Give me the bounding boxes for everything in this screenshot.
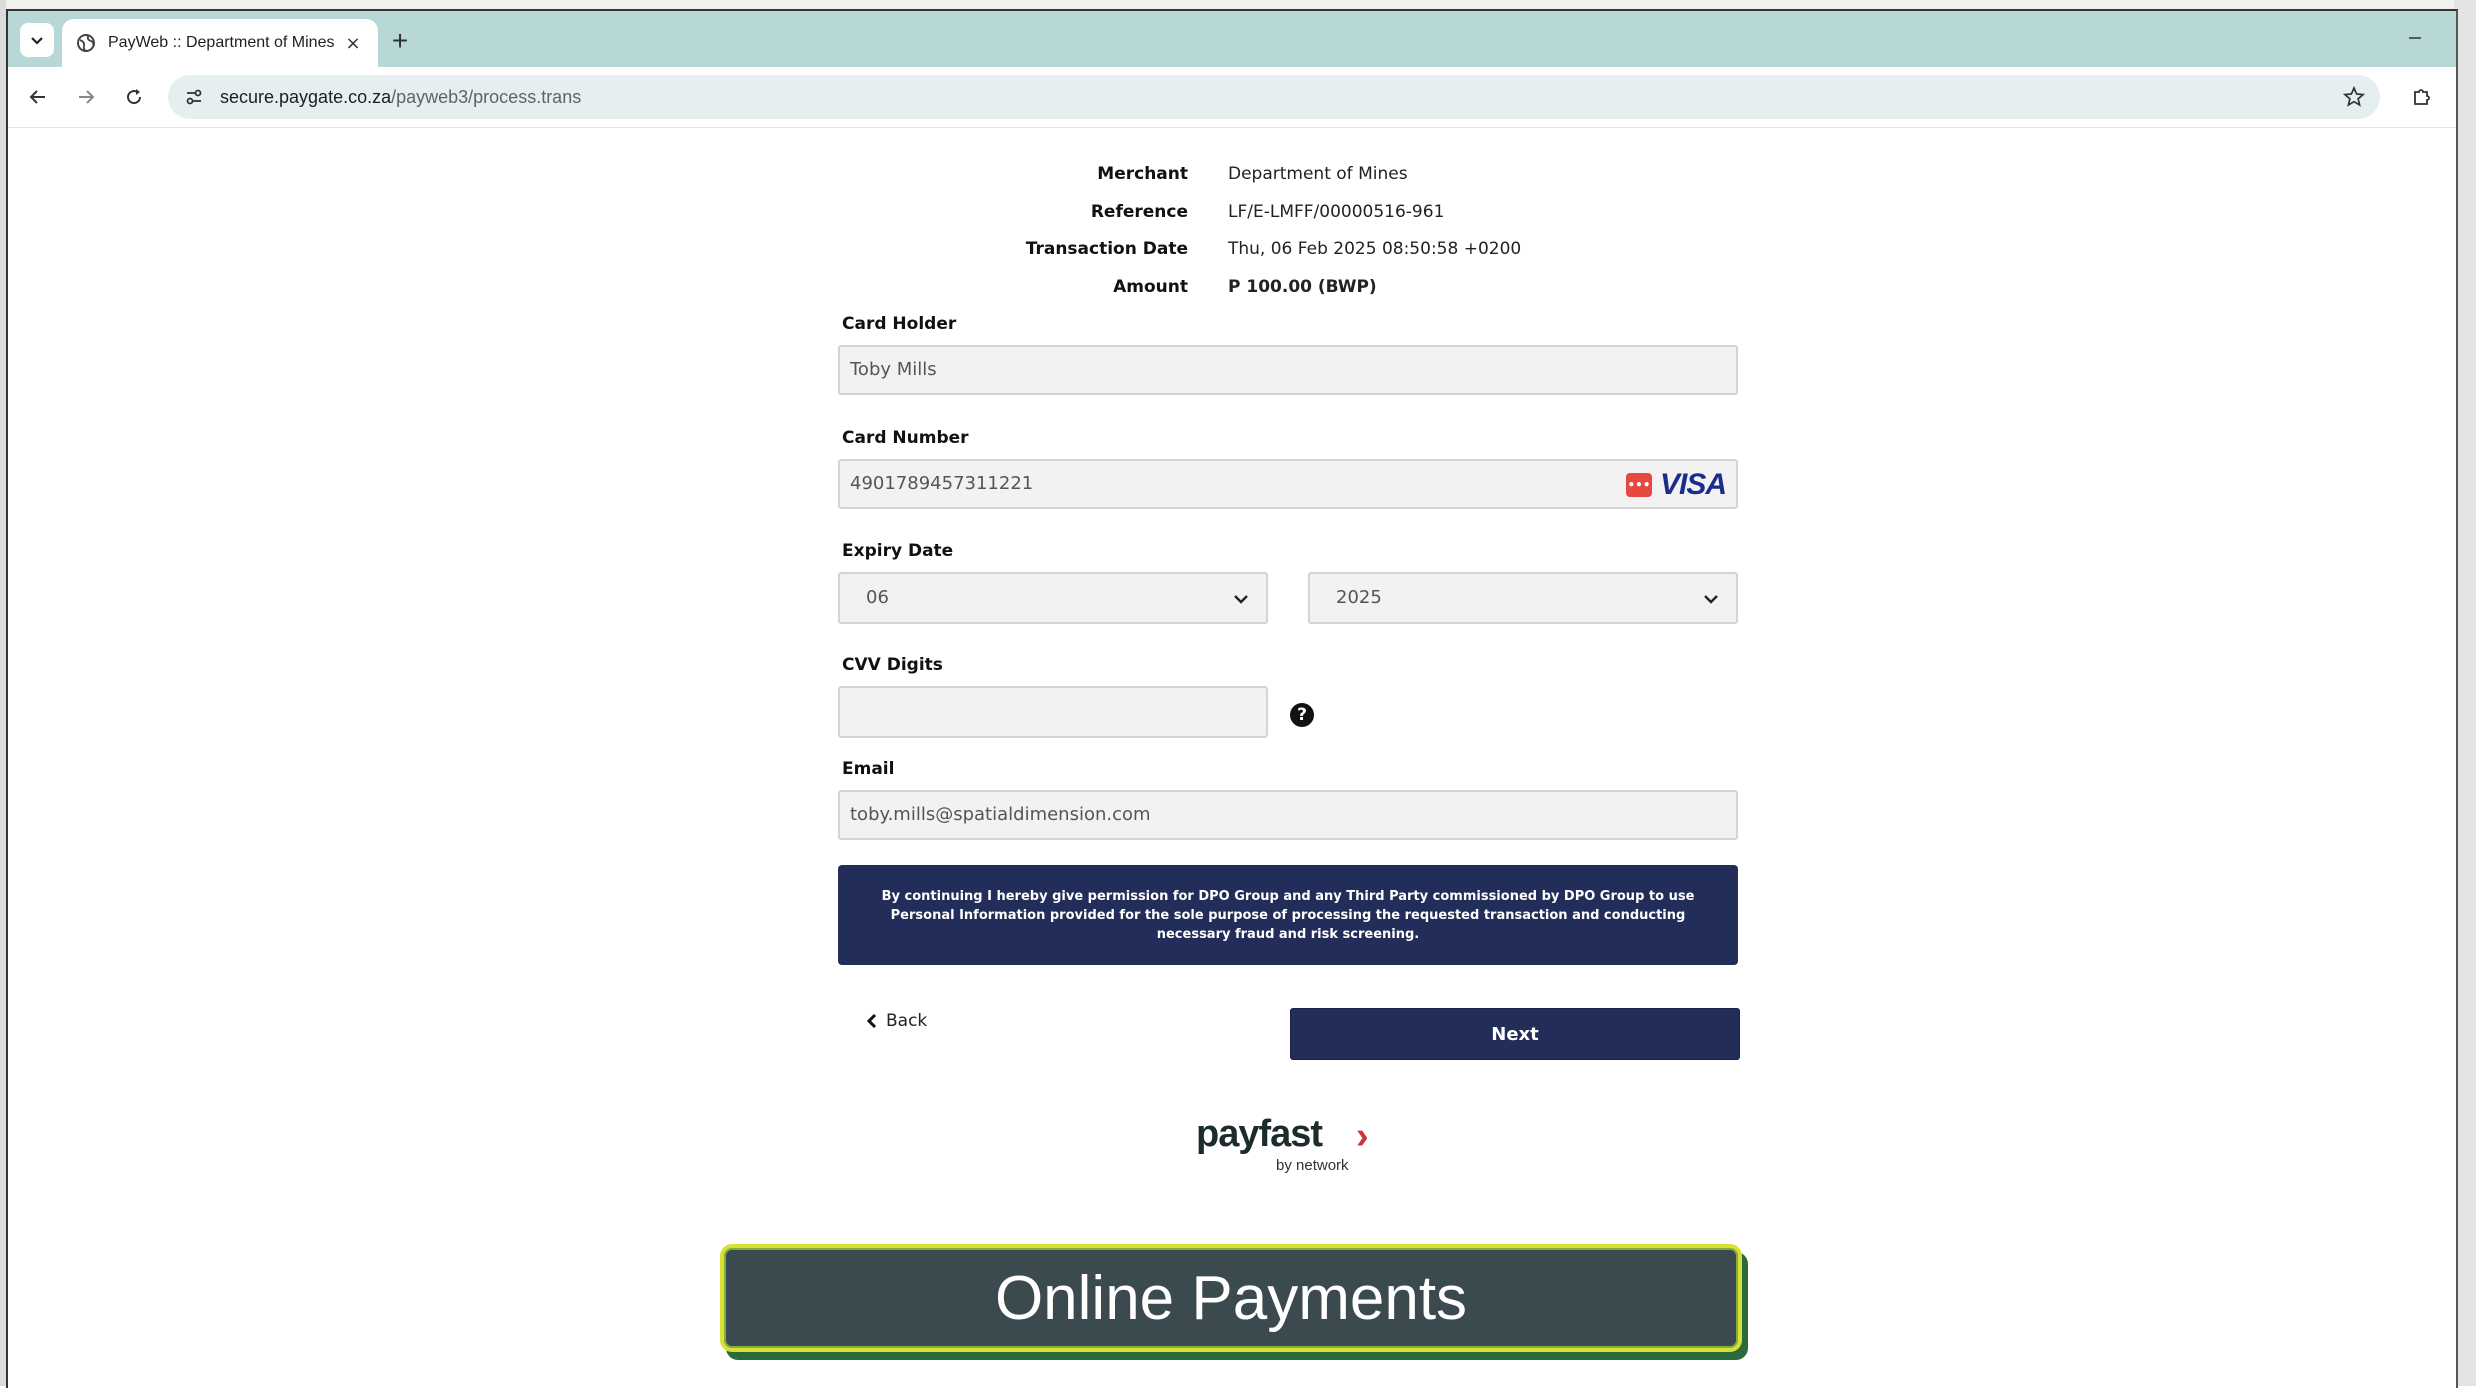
url-host: secure.paygate.co.za xyxy=(220,87,392,107)
back-button[interactable]: Back xyxy=(866,1011,927,1031)
email-input[interactable]: toby.mills@spatialdimension.com xyxy=(838,790,1738,840)
extensions-icon[interactable] xyxy=(2406,81,2438,113)
summary-amount: Amount P 100.00 (BWP) xyxy=(708,277,1708,307)
summary-reference: Reference LF/E-LMFF/00000516-961 xyxy=(708,202,1708,232)
logo-tagline: by network xyxy=(1276,1157,1349,1174)
reference-label: Reference xyxy=(1090,202,1188,222)
help-icon[interactable]: ? xyxy=(1290,703,1314,727)
new-tab-button[interactable]: + xyxy=(386,25,414,56)
chevron-down-icon xyxy=(31,37,43,45)
card-holder-value: Toby Mills xyxy=(850,359,937,380)
star-icon[interactable] xyxy=(2340,83,2368,111)
url-path: /payweb3/process.trans xyxy=(391,87,582,107)
cvv-label: CVV Digits xyxy=(842,655,943,675)
expiry-year-value: 2025 xyxy=(1336,587,1382,608)
expiry-date-label: Expiry Date xyxy=(842,541,954,561)
reload-icon[interactable] xyxy=(118,81,150,113)
merchant-label: Merchant xyxy=(1097,164,1188,184)
browser-window: PayWeb :: Department of Mines × + secure… xyxy=(6,9,2458,1388)
caption-banner: Online Payments xyxy=(720,1244,1742,1352)
chevron-left-icon xyxy=(866,1013,877,1029)
back-label: Back xyxy=(886,1011,928,1031)
card-brand: ••• VISA xyxy=(1625,468,1727,501)
tab-title: PayWeb :: Department of Mines xyxy=(108,34,335,51)
back-arrow-icon[interactable] xyxy=(22,81,54,113)
transaction-date-label: Transaction Date xyxy=(1025,239,1188,259)
expiry-month-select[interactable]: 06 xyxy=(838,572,1268,624)
card-number-label: Card Number xyxy=(842,428,969,448)
payfast-logo: payfast › by network xyxy=(1196,1113,1396,1183)
next-label: Next xyxy=(1491,1023,1539,1045)
chevron-down-icon xyxy=(1234,595,1248,604)
logo-wordmark: payfast xyxy=(1196,1113,1323,1155)
globe-icon xyxy=(77,34,95,52)
merchant-value: Department of Mines xyxy=(1228,164,1408,184)
expiry-year-select[interactable]: 2025 xyxy=(1308,572,1738,624)
consent-notice: By continuing I hereby give permission f… xyxy=(838,865,1738,965)
transaction-date-value: Thu, 06 Feb 2025 08:50:58 +0200 xyxy=(1228,239,1522,259)
visa-logo: VISA xyxy=(1659,468,1727,501)
address-bar[interactable]: secure.paygate.co.za/payweb3/process.tra… xyxy=(168,75,2380,119)
payment-page: Merchant Department of Mines Reference L… xyxy=(8,128,2456,1388)
chevron-down-icon xyxy=(1704,595,1718,604)
card-holder-input[interactable]: Toby Mills xyxy=(838,345,1738,395)
card-icon: ••• xyxy=(1625,473,1652,497)
forward-arrow-icon[interactable] xyxy=(70,81,102,113)
tab-strip: PayWeb :: Department of Mines × + xyxy=(8,11,2456,67)
minimize-icon[interactable] xyxy=(2400,23,2430,53)
summary-merchant: Merchant Department of Mines xyxy=(708,164,1708,194)
amount-label: Amount xyxy=(1113,277,1188,297)
cvv-input[interactable] xyxy=(838,686,1268,738)
next-button[interactable]: Next xyxy=(1290,1008,1740,1060)
tab-search-button[interactable] xyxy=(20,23,54,57)
email-label: Email xyxy=(842,759,895,779)
expiry-month-value: 06 xyxy=(866,587,889,608)
browser-toolbar: secure.paygate.co.za/payweb3/process.tra… xyxy=(8,67,2456,128)
tab-payweb[interactable]: PayWeb :: Department of Mines × xyxy=(62,19,378,67)
site-settings-icon[interactable] xyxy=(180,83,208,111)
card-holder-label: Card Holder xyxy=(842,314,957,334)
card-number-value: 4901789457311221 xyxy=(850,473,1034,494)
logo-chevron: › xyxy=(1356,1115,1369,1157)
email-value: toby.mills@spatialdimension.com xyxy=(850,804,1151,825)
reference-value: LF/E-LMFF/00000516-961 xyxy=(1228,202,1445,222)
url-text[interactable]: secure.paygate.co.za/payweb3/process.tra… xyxy=(220,87,581,108)
close-icon[interactable]: × xyxy=(342,32,364,54)
summary-date: Transaction Date Thu, 06 Feb 2025 08:50:… xyxy=(708,239,1708,269)
card-number-input[interactable]: 4901789457311221 ••• VISA xyxy=(838,459,1738,509)
amount-value: P 100.00 (BWP) xyxy=(1228,277,1377,297)
outer-frame-top xyxy=(0,0,2476,9)
